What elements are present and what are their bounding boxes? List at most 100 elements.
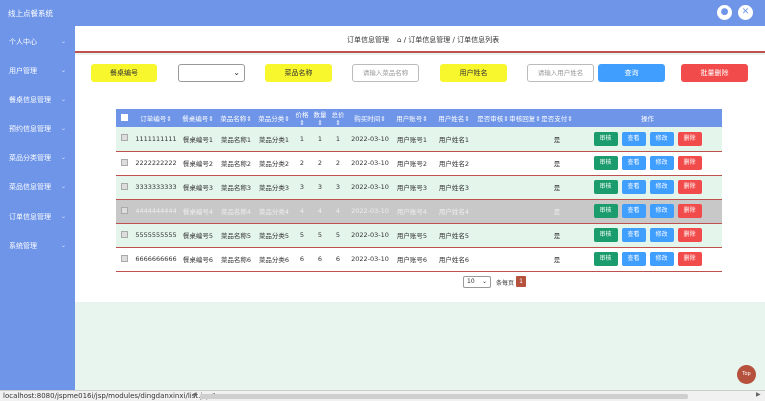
horizontal-scrollbar[interactable] [200, 394, 688, 399]
cell-qty: 1 [317, 134, 323, 143]
edit-button[interactable]: 修改 [649, 131, 674, 146]
edit-button[interactable]: 修改 [649, 252, 674, 266]
col-time[interactable]: 购买时间⇕ [347, 109, 393, 127]
delete-button[interactable]: 删除 [677, 180, 702, 194]
sidebar-item-table-info[interactable]: 餐桌信息管理 ⌄ [0, 92, 75, 108]
view-button[interactable]: 查看 [621, 228, 646, 242]
col-qty[interactable]: 数量⇕ [311, 109, 329, 127]
cell-time: 2022-03-10 [351, 183, 389, 191]
delete-button[interactable]: 删除 [677, 204, 702, 218]
row-checkbox[interactable] [116, 151, 133, 175]
view-button[interactable]: 查看 [621, 156, 646, 170]
back-to-top-button[interactable]: Top [737, 365, 756, 384]
page-size-select[interactable]: 10 ⌄ [463, 276, 491, 288]
col-name[interactable]: 用户姓名⇕ [431, 109, 477, 127]
audit-button[interactable]: 审核 [593, 156, 618, 170]
cell-audited [477, 175, 509, 199]
cell-order-no: 1111111111 [135, 134, 177, 143]
cell-actions: 审核 查看 修改 删除 [573, 199, 722, 223]
edit-button[interactable]: 修改 [649, 228, 674, 242]
edit-button[interactable]: 修改 [649, 156, 674, 170]
cell-category: 菜品分类2 [258, 160, 290, 168]
col-reply[interactable]: 审核回复⇕ [509, 109, 541, 127]
cell-table-no: 餐桌编号1 [182, 135, 214, 144]
cell-table-no: 餐桌编号3 [182, 184, 214, 192]
chevron-down-icon: ⌄ [60, 242, 66, 249]
row-checkbox[interactable] [116, 223, 133, 247]
view-button[interactable]: 查看 [621, 131, 646, 146]
chevron-down-icon: ⌄ [60, 38, 66, 45]
scroll-left-icon[interactable]: ◀ [192, 391, 197, 398]
col-table-no[interactable]: 餐桌编号⇕ [179, 109, 217, 127]
cell-qty: 6 [317, 255, 323, 263]
sidebar-item-personal-center[interactable]: 个人中心 ⌄ [0, 34, 75, 50]
col-paid[interactable]: 是否支付⇕ [541, 109, 573, 127]
user-name-label: 用户姓名 [440, 64, 507, 82]
audit-button[interactable]: 审核 [593, 180, 618, 194]
sidebar-item-order-info[interactable]: 订单信息管理 ⌄ [0, 209, 75, 225]
row-checkbox[interactable] [116, 127, 133, 151]
audit-button[interactable]: 审核 [593, 252, 618, 266]
delete-button[interactable]: 删除 [677, 228, 702, 242]
delete-button[interactable]: 删除 [677, 252, 702, 266]
col-order-no[interactable]: 订单编号⇕ [133, 109, 179, 127]
edit-button[interactable]: 修改 [649, 204, 674, 218]
home-icon[interactable]: ⌂ [397, 36, 401, 44]
table-no-select[interactable]: ⌄ [178, 64, 245, 82]
sidebar-item-reservation-info[interactable]: 预约信息管理 ⌄ [0, 121, 75, 137]
table-row[interactable]: 5555555555 餐桌编号5 菜品名称5 菜品分类5 5 5 5 2022-… [116, 223, 722, 247]
sidebar-item-dish-info[interactable]: 菜品信息管理 ⌄ [0, 179, 75, 195]
delete-button[interactable]: 删除 [677, 156, 702, 170]
cell-qty: 2 [317, 159, 323, 167]
cell-name: 用户姓名4 [438, 208, 470, 216]
cell-paid: 是 [553, 135, 561, 144]
scroll-right-icon[interactable]: ▶ [756, 391, 761, 398]
audit-button[interactable]: 审核 [593, 228, 618, 242]
col-account[interactable]: 用户账号⇕ [393, 109, 431, 127]
close-icon[interactable]: ✕ [738, 5, 753, 20]
cell-price: 2 [299, 159, 305, 167]
user-icon[interactable]: ● [717, 5, 732, 20]
cell-category: 菜品分类5 [258, 232, 290, 240]
cell-name: 用户姓名6 [438, 256, 470, 264]
edit-button[interactable]: 修改 [649, 180, 674, 194]
table-row[interactable]: 6666666666 餐桌编号6 菜品名称6 菜品分类6 6 6 6 2022-… [116, 247, 722, 271]
row-checkbox[interactable] [116, 199, 133, 223]
col-total[interactable]: 总价⇕ [329, 109, 347, 127]
row-checkbox[interactable] [116, 175, 133, 199]
cell-price: 4 [299, 207, 305, 215]
app-title: 线上点餐系统 [8, 9, 53, 18]
table-row[interactable]: 4444444444 餐桌编号4 菜品名称4 菜品分类4 4 4 4 2022-… [116, 199, 722, 223]
view-button[interactable]: 查看 [621, 180, 646, 194]
cell-total: 2 [335, 159, 341, 167]
col-dish-name[interactable]: 菜品名称⇕ [217, 109, 255, 127]
user-name-input[interactable]: 请输入用户姓名 [527, 64, 594, 82]
col-category[interactable]: 菜品分类⇕ [255, 109, 293, 127]
per-page-text: 条每页 [496, 280, 515, 287]
cell-total: 1 [335, 134, 341, 143]
main-area: 订单信息管理 ⌂ / 订单信息管理 / 订单信息列表 餐桌编号 ⌄ 菜品名称 请… [75, 26, 765, 390]
sidebar-item-system[interactable]: 系统管理 ⌄ [0, 238, 75, 254]
col-audited[interactable]: 是否审核⇕ [477, 109, 509, 127]
sidebar-item-user-management[interactable]: 用户管理 ⌄ [0, 63, 75, 79]
query-button[interactable]: 查询 [598, 64, 665, 82]
audit-button[interactable]: 审核 [593, 204, 618, 218]
audit-button[interactable]: 审核 [593, 131, 618, 146]
table-row[interactable]: 3333333333 餐桌编号3 菜品名称3 菜品分类3 3 3 3 2022-… [116, 175, 722, 199]
sidebar-item-label: 菜品分类管理 [9, 154, 51, 162]
batch-delete-button[interactable]: 批量删除 [681, 64, 748, 82]
col-price[interactable]: 价格⇕ [293, 109, 311, 127]
table-row[interactable]: 1111111111 餐桌编号1 菜品名称1 菜品分类1 1 1 1 2022-… [116, 127, 722, 151]
current-page-button[interactable]: 1 [516, 276, 526, 287]
sidebar-item-dish-category[interactable]: 菜品分类管理 ⌄ [0, 150, 75, 166]
dish-name-input[interactable]: 请输入菜品名称 [352, 64, 419, 82]
select-all-checkbox[interactable] [116, 109, 133, 127]
table-row[interactable]: 2222222222 餐桌编号2 菜品名称2 菜品分类2 2 2 2 2022-… [116, 151, 722, 175]
view-button[interactable]: 查看 [621, 252, 646, 266]
delete-button[interactable]: 删除 [677, 131, 702, 146]
cell-paid: 是 [553, 208, 561, 216]
order-table: 订单编号⇕ 餐桌编号⇕ 菜品名称⇕ 菜品分类⇕ 价格⇕ 数量⇕ 总价⇕ 购买时间… [116, 109, 722, 272]
cell-dish: 菜品名称1 [220, 135, 252, 144]
view-button[interactable]: 查看 [621, 204, 646, 218]
row-checkbox[interactable] [116, 247, 133, 271]
